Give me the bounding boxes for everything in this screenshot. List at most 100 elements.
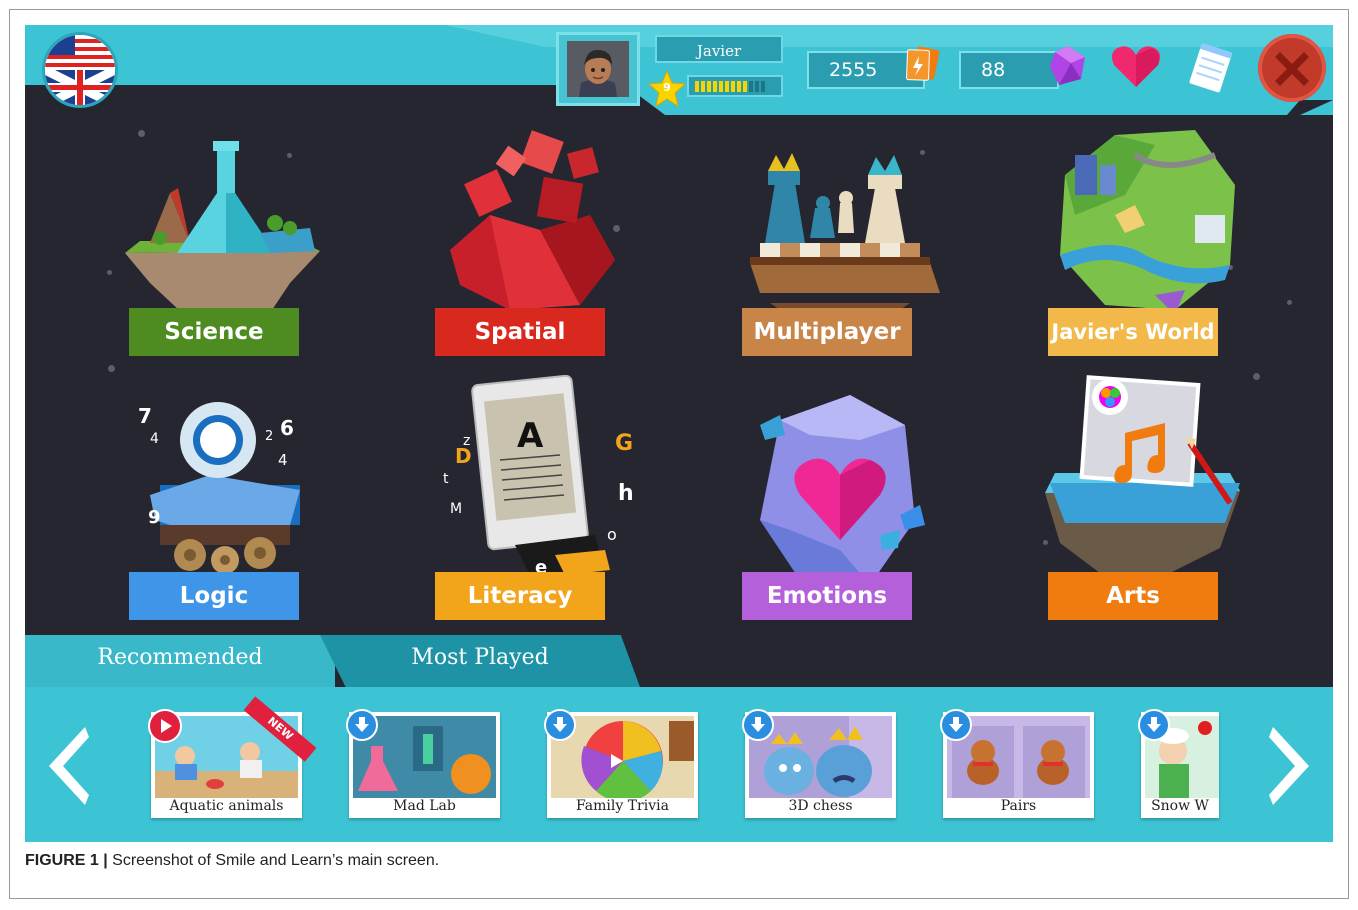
play-icon — [161, 719, 172, 733]
caption-text: Screenshot of Smile and Learn’s main scr… — [107, 852, 440, 869]
xp-segment — [737, 80, 741, 92]
avatar-icon — [567, 41, 629, 97]
download-badge — [1138, 709, 1170, 741]
games-carousel: NEW Aquatic animals Mad Lab Family Trivi… — [25, 687, 1333, 842]
uk-flag-icon — [45, 35, 115, 105]
category-multiplayer[interactable]: Multiplayer — [742, 308, 912, 356]
tab-recommended[interactable]: Recommended — [25, 635, 335, 687]
avatar-frame[interactable] — [556, 32, 640, 106]
coins-value: 2555 — [829, 59, 878, 81]
tab-most-played[interactable]: Most Played — [320, 635, 640, 687]
game-title: Family Trivia — [576, 798, 669, 814]
heart-icon[interactable] — [1110, 43, 1162, 91]
game-title: Aquatic animals — [169, 798, 284, 814]
xp-progress-bar — [687, 75, 783, 97]
multiplayer-chess-art[interactable] — [720, 143, 950, 323]
avatar — [567, 41, 629, 97]
category-label: Spatial — [474, 319, 566, 345]
language-flag-button[interactable] — [45, 35, 115, 105]
svg-text:t: t — [443, 471, 449, 487]
download-icon — [1147, 717, 1161, 732]
tab-label: Most Played — [411, 645, 549, 670]
category-javiers-world[interactable]: Javier's World — [1048, 308, 1218, 356]
caption-label: FIGURE 1 | — [25, 852, 108, 869]
download-badge — [346, 709, 378, 741]
logic-gear-art[interactable]: 7 4 6 2 4 9 — [130, 395, 320, 595]
download-badge — [940, 709, 972, 741]
xp-segment — [725, 80, 729, 92]
xp-segment — [701, 80, 705, 92]
xp-segment — [719, 80, 723, 92]
xp-segment — [755, 80, 759, 92]
category-label: Logic — [179, 583, 249, 609]
world-globe-art[interactable] — [1045, 115, 1245, 325]
xp-segment — [761, 80, 765, 92]
level-badge: 9 — [647, 69, 687, 109]
gems-value: 88 — [981, 59, 1006, 81]
category-logic[interactable]: Logic — [129, 572, 299, 620]
game-card-3d-chess[interactable]: 3D chess — [742, 709, 896, 818]
xp-segment — [749, 80, 753, 92]
category-literacy[interactable]: Literacy — [435, 572, 605, 620]
category-science[interactable]: Science — [129, 308, 299, 356]
emotions-crystal-art[interactable] — [740, 390, 940, 600]
category-spatial[interactable]: Spatial — [435, 308, 605, 356]
svg-text:A: A — [517, 416, 544, 456]
category-label: Science — [164, 319, 264, 345]
category-label: Javier's World — [1051, 320, 1215, 344]
tab-label: Recommended — [97, 645, 263, 670]
player-name: Javier — [655, 35, 783, 63]
svg-text:9: 9 — [148, 507, 161, 528]
cards-icon[interactable] — [897, 44, 947, 86]
xp-segment — [731, 80, 735, 92]
svg-text:4: 4 — [278, 451, 288, 469]
close-icon — [1275, 52, 1309, 86]
category-label: Emotions — [766, 583, 888, 609]
arrow-right-icon[interactable] — [1267, 725, 1317, 807]
game-card-pairs[interactable]: Pairs — [940, 709, 1094, 818]
literacy-reader-art[interactable]: A D z t M G h o e — [435, 375, 635, 600]
svg-text:7: 7 — [138, 404, 152, 428]
svg-text:o: o — [607, 525, 617, 544]
download-badge — [742, 709, 774, 741]
svg-text:4: 4 — [150, 431, 159, 447]
svg-text:G: G — [615, 431, 633, 456]
xp-segment — [707, 80, 711, 92]
svg-text:2: 2 — [265, 429, 273, 444]
xp-segment — [713, 80, 717, 92]
app-main-screen: Javier 9 2555 88 7 4 6 2 4 9 A D z t M G… — [25, 25, 1333, 842]
download-icon — [751, 717, 765, 732]
arts-easel-art[interactable] — [1040, 373, 1255, 598]
game-card-aquatic-animals[interactable]: NEW Aquatic animals — [148, 696, 317, 818]
level-number: 9 — [663, 81, 671, 94]
game-card-snow-white[interactable]: Snow W — [1138, 709, 1219, 818]
game-title: Pairs — [1000, 798, 1037, 814]
star-dot — [1287, 300, 1292, 305]
gems-counter: 88 — [959, 51, 1059, 89]
game-card-mad-lab[interactable]: Mad Lab — [346, 709, 500, 818]
play-badge — [148, 709, 182, 743]
xp-segment — [695, 80, 699, 92]
download-icon — [553, 717, 567, 732]
figure-caption: FIGURE 1 | Screenshot of Smile and Learn… — [25, 852, 439, 870]
game-list-tabs: Recommended Most Played — [25, 635, 1333, 687]
download-icon — [355, 717, 369, 732]
arrow-left-icon[interactable] — [41, 725, 91, 807]
science-island-art[interactable] — [120, 133, 325, 323]
close-button[interactable] — [1258, 34, 1326, 102]
category-label: Multiplayer — [753, 319, 901, 345]
game-title: 3D chess — [788, 798, 853, 814]
category-arts[interactable]: Arts — [1048, 572, 1218, 620]
gem-icon[interactable] — [1045, 43, 1091, 89]
svg-text:h: h — [618, 481, 634, 506]
download-badge — [544, 709, 576, 741]
game-card-family-trivia[interactable]: Family Trivia — [544, 709, 698, 818]
svg-text:z: z — [463, 433, 470, 449]
category-label: Literacy — [467, 583, 573, 609]
notepad-icon[interactable] — [1185, 39, 1237, 95]
download-icon — [949, 717, 963, 732]
star-dot — [107, 270, 112, 275]
svg-text:6: 6 — [280, 416, 294, 440]
category-emotions[interactable]: Emotions — [742, 572, 912, 620]
spatial-cubes-art[interactable] — [430, 120, 630, 320]
